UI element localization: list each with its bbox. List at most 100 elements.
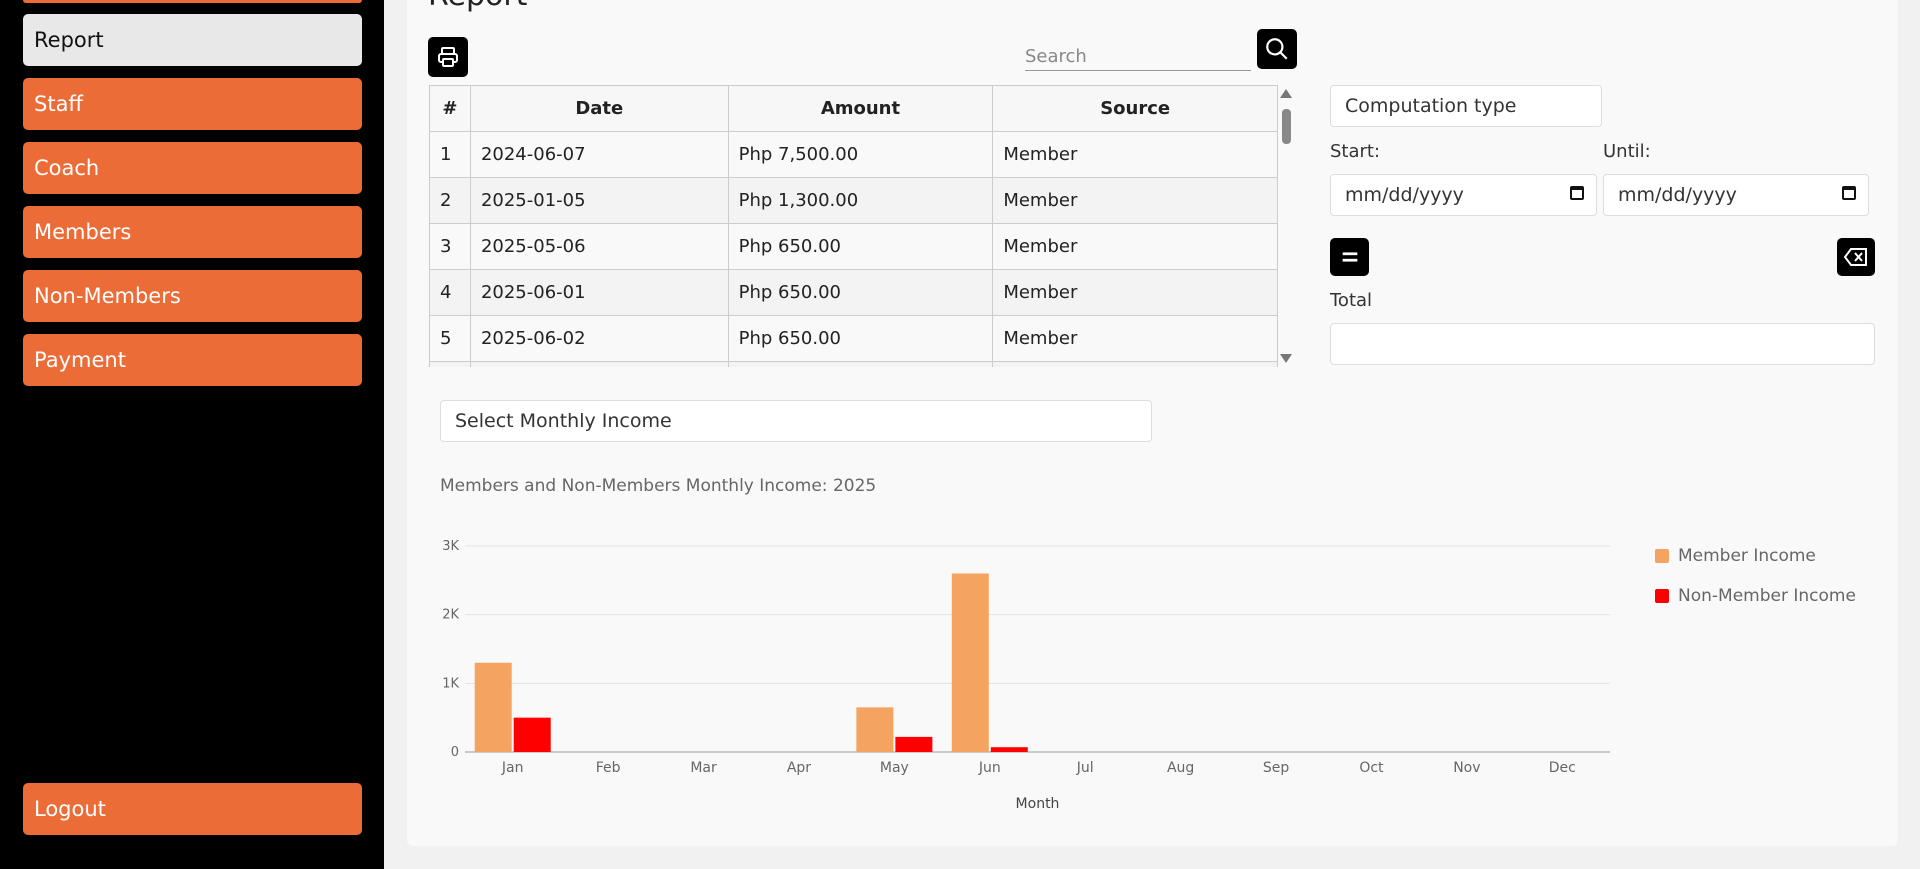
x-tick-label: Jan: [501, 760, 524, 776]
monthly-income-chart: 0 1K 2K 3K Jan Feb Mar Apr May Jun Jul Aug Sep Oct Nov…: [442, 539, 1610, 812]
x-tick-label: Sep: [1263, 760, 1290, 776]
until-date-input[interactable]: mm/dd/yyyy: [1603, 174, 1869, 216]
cell-amount: Php 650.00: [727, 269, 994, 316]
legend-swatch-member: [1655, 549, 1669, 563]
bar-member-jun: [951, 573, 989, 752]
monthly-income-select[interactable]: Select Monthly Income: [440, 400, 1152, 442]
cell-source: [992, 361, 1278, 367]
total-field[interactable]: [1330, 323, 1875, 365]
monthly-income-select-label: Select Monthly Income: [455, 410, 672, 432]
cell-number: 4: [429, 269, 471, 316]
sidebar: Report Staff Coach Members Non-Members P…: [0, 0, 384, 869]
computation-type-label: Computation type: [1345, 95, 1517, 117]
cell-amount: Php 650.00: [727, 315, 994, 362]
column-header-source[interactable]: Source: [992, 85, 1278, 132]
cell-amount: [727, 361, 994, 367]
compute-button[interactable]: [1330, 238, 1369, 276]
x-tick-label: May: [880, 760, 909, 776]
table-row[interactable]: 1 2024-06-07 Php 7,500.00 Member: [429, 131, 1278, 178]
x-tick-label: Jul: [1076, 760, 1094, 776]
cell-number: 3: [429, 223, 471, 270]
start-date-input[interactable]: mm/dd/yyyy: [1330, 174, 1597, 216]
print-button[interactable]: [428, 37, 468, 77]
bar-non-member-jan: [513, 717, 551, 752]
cell-source: Member: [992, 315, 1278, 362]
until-date-value: mm/dd/yyyy: [1618, 184, 1737, 206]
cell-amount: Php 7,500.00: [727, 131, 994, 178]
cell-number: 5: [429, 315, 471, 362]
x-tick-label: Nov: [1453, 760, 1480, 776]
table-scrollbar[interactable]: [1278, 85, 1295, 367]
x-tick-label: Aug: [1167, 760, 1194, 776]
x-tick-label: Apr: [787, 760, 811, 776]
x-tick-label: Oct: [1359, 760, 1384, 776]
clear-button[interactable]: [1837, 238, 1875, 276]
cell-date: 2025-01-05: [469, 177, 729, 224]
computation-type-select[interactable]: Computation type: [1330, 85, 1602, 127]
sidebar-item-report[interactable]: Report: [23, 14, 362, 66]
page-title: Report: [428, 0, 527, 13]
report-table-container[interactable]: # Date Amount Source 1 2024-06-07 Php 7,…: [429, 85, 1295, 367]
start-date-value: mm/dd/yyyy: [1345, 184, 1464, 206]
calendar-icon[interactable]: [1570, 186, 1584, 200]
x-axis-label: Month: [1016, 796, 1060, 812]
sidebar-item-hidden[interactable]: [23, 0, 362, 3]
cell-number: [429, 361, 471, 367]
table-row[interactable]: [429, 361, 1278, 367]
search-input[interactable]: [1025, 43, 1251, 71]
cell-date: 2025-05-06: [469, 223, 729, 270]
x-tick-label: Jun: [978, 760, 1001, 776]
bar-non-member-may: [895, 736, 933, 752]
column-header-date[interactable]: Date: [469, 85, 729, 132]
cell-source: Member: [992, 131, 1278, 178]
cell-date: 2024-06-07: [469, 131, 729, 178]
legend-item-member-income[interactable]: Member Income: [1655, 546, 1816, 566]
bar-non-member-jun: [990, 747, 1028, 752]
column-header-number[interactable]: #: [429, 85, 471, 132]
x-tick-label: Mar: [690, 760, 717, 776]
sidebar-item-payment[interactable]: Payment: [23, 334, 362, 386]
x-tick-label: Dec: [1549, 760, 1576, 776]
cell-date: 2025-06-01: [469, 269, 729, 316]
scroll-thumb[interactable]: [1282, 109, 1291, 144]
table-row[interactable]: 3 2025-05-06 Php 650.00 Member: [429, 223, 1278, 270]
sidebar-item-staff[interactable]: Staff: [23, 78, 362, 130]
y-tick-label: 0: [451, 745, 459, 760]
cell-number: 1: [429, 131, 471, 178]
y-tick-label: 1K: [442, 676, 459, 691]
chart-title: Members and Non-Members Monthly Income: …: [440, 476, 877, 496]
cell-amount: Php 650.00: [727, 223, 994, 270]
sidebar-item-members[interactable]: Members: [23, 206, 362, 258]
cell-source: Member: [992, 269, 1278, 316]
table-row[interactable]: 2 2025-01-05 Php 1,300.00 Member: [429, 177, 1278, 224]
table-row[interactable]: 4 2025-06-01 Php 650.00 Member: [429, 269, 1278, 316]
start-label: Start:: [1330, 141, 1381, 162]
cell-source: Member: [992, 177, 1278, 224]
scroll-up-arrow-icon[interactable]: [1280, 89, 1292, 98]
sidebar-item-non-members[interactable]: Non-Members: [23, 270, 362, 322]
printer-icon: [438, 47, 458, 67]
legend-item-non-member-income[interactable]: Non-Member Income: [1655, 586, 1856, 606]
bar-member-jan: [474, 662, 512, 752]
report-table: # Date Amount Source 1 2024-06-07 Php 7,…: [429, 85, 1278, 367]
backspace-icon: [1843, 248, 1867, 266]
until-label: Until:: [1603, 141, 1651, 162]
x-tick-label: Feb: [596, 760, 621, 776]
column-header-amount[interactable]: Amount: [727, 85, 994, 132]
legend-label-member: Member Income: [1678, 546, 1816, 566]
table-header-row: # Date Amount Source: [429, 85, 1278, 132]
table-row[interactable]: 5 2025-06-02 Php 650.00 Member: [429, 315, 1278, 362]
total-label: Total: [1330, 290, 1373, 311]
cell-date: 2025-06-02: [469, 315, 729, 362]
search-button[interactable]: [1257, 29, 1297, 69]
logout-button[interactable]: Logout: [23, 783, 362, 835]
equals-icon: [1342, 252, 1357, 262]
cell-source: Member: [992, 223, 1278, 270]
cell-number: 2: [429, 177, 471, 224]
sidebar-item-coach[interactable]: Coach: [23, 142, 362, 194]
y-tick-label: 3K: [442, 539, 459, 554]
legend-swatch-non-member: [1655, 589, 1669, 603]
cell-date: [469, 361, 729, 367]
scroll-down-arrow-icon[interactable]: [1280, 354, 1292, 363]
calendar-icon[interactable]: [1842, 186, 1856, 200]
